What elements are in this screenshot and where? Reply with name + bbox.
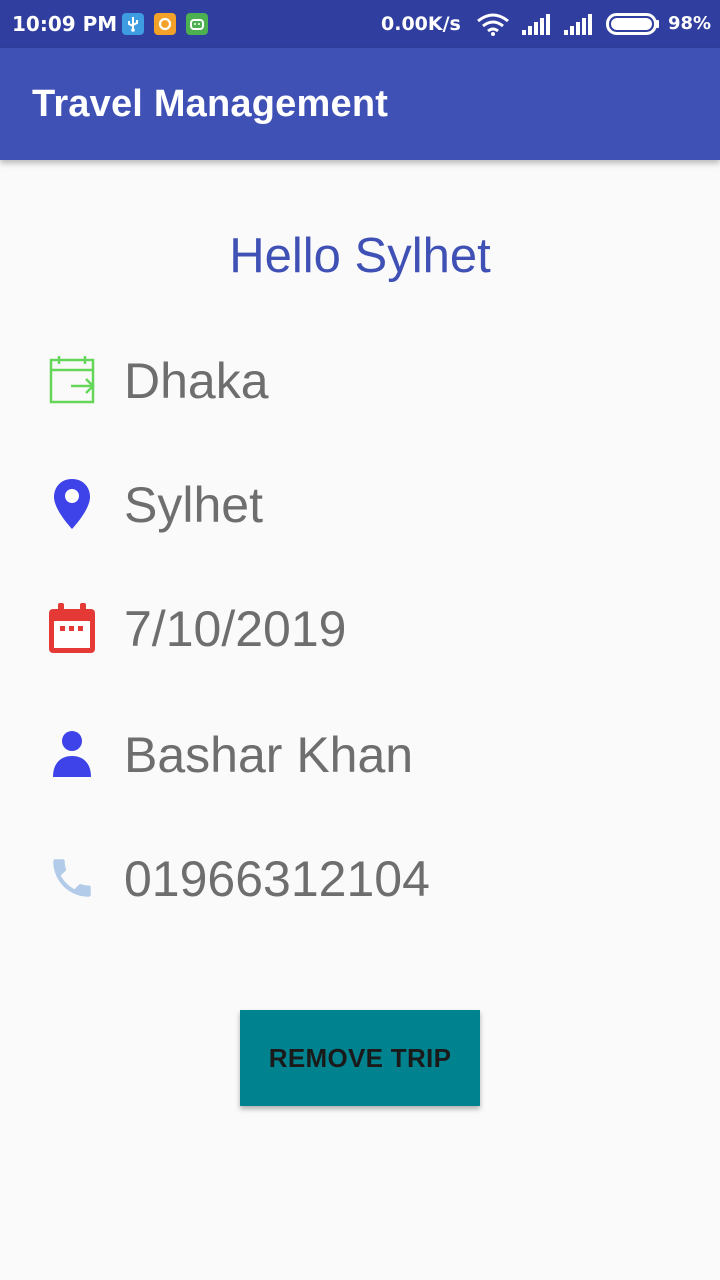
status-bar: 10:09 PM 0.00K/s 98% <box>0 0 720 48</box>
signal-icon <box>522 14 550 35</box>
status-time: 10:09 PM <box>12 12 118 36</box>
android-notification-icon <box>186 13 208 35</box>
phone-row: 01966312104 <box>0 844 720 914</box>
destination-text: Sylhet <box>124 477 263 533</box>
battery-icon <box>606 13 659 35</box>
name-text: Bashar Khan <box>124 727 414 783</box>
phone-text: 01966312104 <box>124 851 430 907</box>
battery-percent: 98% <box>668 13 712 34</box>
usb-icon <box>122 13 144 35</box>
chat-notification-icon <box>154 13 176 35</box>
person-icon <box>44 726 100 782</box>
network-speed: 0.00K/s <box>381 13 461 35</box>
greeting-title: Hello Sylhet <box>229 229 491 283</box>
remove-trip-button[interactable]: REMOVE TRIP <box>240 1010 480 1106</box>
phone-icon <box>44 850 100 906</box>
signal-icon <box>564 14 592 35</box>
date-row: 7/10/2019 <box>0 594 720 664</box>
location-pin-icon <box>44 476 100 532</box>
origin-text: Dhaka <box>124 353 269 409</box>
calendar-departure-icon <box>44 352 100 408</box>
name-row: Bashar Khan <box>0 720 720 790</box>
origin-row: Dhaka <box>0 346 720 416</box>
date-text: 7/10/2019 <box>124 601 347 657</box>
calendar-icon <box>44 600 100 656</box>
wifi-icon <box>477 13 509 36</box>
app-title: Travel Management <box>32 83 389 125</box>
app-bar: Travel Management <box>0 48 720 160</box>
destination-row: Sylhet <box>0 470 720 540</box>
